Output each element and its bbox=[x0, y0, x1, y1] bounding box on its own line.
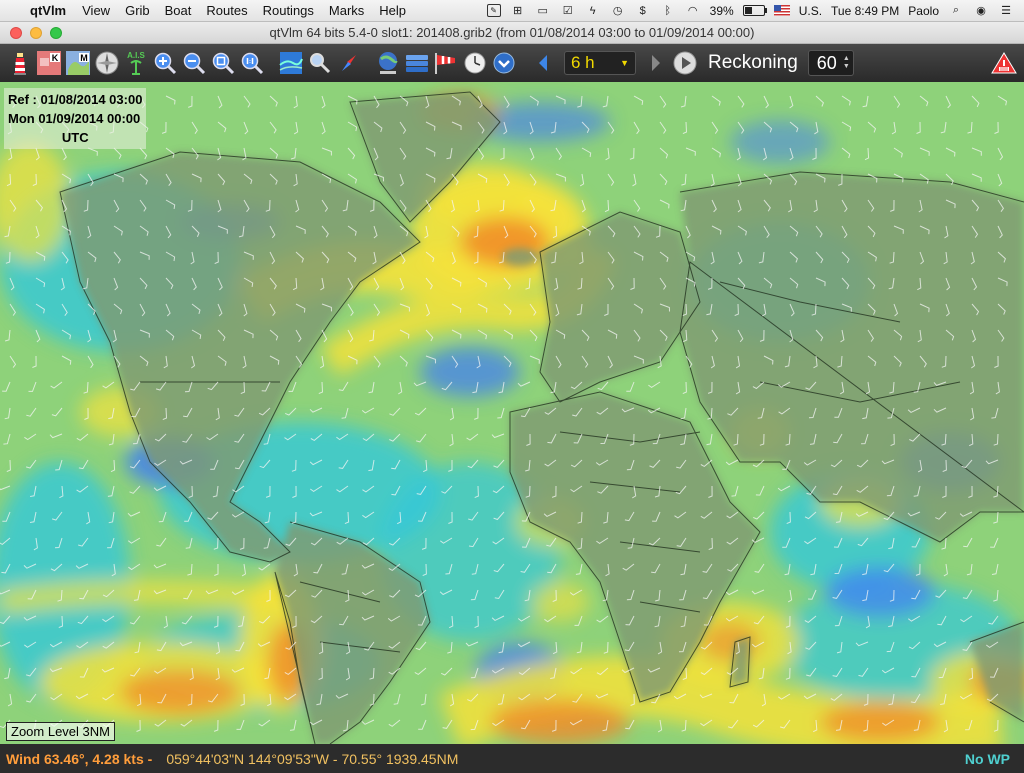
zoom-fit-icon[interactable] bbox=[209, 49, 237, 77]
search-icon[interactable] bbox=[306, 49, 334, 77]
tray-wifi-icon[interactable]: ◠ bbox=[685, 4, 701, 18]
menu-grib[interactable]: Grib bbox=[125, 3, 150, 18]
wind-sock-icon[interactable] bbox=[432, 49, 460, 77]
status-bar: Wind 63.46°, 4.28 kts - 059°44'03"N 144°… bbox=[0, 744, 1024, 773]
siri-icon[interactable]: ◉ bbox=[973, 4, 989, 18]
weather-map[interactable]: Ref : 01/08/2014 03:00 Mon 01/09/2014 00… bbox=[0, 82, 1024, 744]
map-chart-icon[interactable]: M bbox=[64, 49, 92, 77]
menu-help[interactable]: Help bbox=[379, 3, 406, 18]
step-forward-icon[interactable] bbox=[642, 49, 670, 77]
compass-needle-icon[interactable] bbox=[335, 49, 363, 77]
minimize-window-button[interactable] bbox=[30, 27, 42, 39]
svg-text:A.I.S: A.I.S bbox=[127, 51, 145, 60]
reckoning-spinbox[interactable]: 60 ▲ ▼ bbox=[807, 50, 854, 76]
input-source-label[interactable]: U.S. bbox=[799, 4, 822, 18]
zoom-out-icon[interactable] bbox=[180, 49, 208, 77]
main-toolbar: K M A.I.S 6 h ▼ Reckoning 60 ▲ ▼ bbox=[0, 44, 1024, 82]
forecast-time: Mon 01/09/2014 00:00 bbox=[8, 111, 141, 126]
forecast-time-box: Ref : 01/08/2014 03:00 Mon 01/09/2014 00… bbox=[4, 88, 147, 149]
tray-bolt-icon[interactable]: ϟ bbox=[585, 4, 601, 18]
tray-network-icon[interactable]: ⊞ bbox=[510, 4, 526, 18]
cursor-position-readout: 059°44'03"N 144°09'53"W - 70.55° 1939.45… bbox=[166, 750, 459, 767]
time-step-value: 6 h bbox=[571, 53, 595, 72]
grib-ref-time: Ref : 01/08/2014 03:00 bbox=[8, 92, 143, 107]
battery-icon[interactable] bbox=[742, 5, 767, 16]
grib-map-icon[interactable] bbox=[277, 49, 305, 77]
app-menu[interactable]: qtVlm bbox=[30, 3, 66, 18]
waypoint-status: No WP bbox=[964, 750, 1010, 767]
window-title: qtVlm 64 bits 5.4-0 slot1: 201408.grib2 … bbox=[269, 25, 755, 40]
lighthouse-icon[interactable] bbox=[6, 49, 34, 77]
menubar-clock[interactable]: Tue 8:49 PM bbox=[831, 4, 899, 18]
menu-routes[interactable]: Routes bbox=[206, 3, 247, 18]
close-window-button[interactable] bbox=[10, 27, 22, 39]
menu-view[interactable]: View bbox=[82, 3, 110, 18]
timezone-label: UTC bbox=[61, 130, 89, 145]
tray-check-icon[interactable]: ☑ bbox=[560, 4, 576, 18]
zoom-in-icon[interactable] bbox=[151, 49, 179, 77]
compass-rose-icon[interactable] bbox=[93, 49, 121, 77]
sync-icon[interactable] bbox=[490, 49, 518, 77]
chevron-down-icon: ▼ bbox=[620, 58, 629, 68]
clock-icon[interactable] bbox=[461, 49, 489, 77]
play-icon[interactable] bbox=[671, 49, 699, 77]
tray-timemachine-icon[interactable]: ◷ bbox=[610, 4, 626, 18]
input-source-flag-icon[interactable] bbox=[773, 5, 790, 16]
menubar-user[interactable]: Paolo bbox=[908, 4, 939, 18]
menu-boat[interactable]: Boat bbox=[165, 3, 192, 18]
reckoning-value: 60 bbox=[816, 52, 837, 73]
spotlight-search-icon[interactable]: ⌕ bbox=[948, 4, 964, 18]
svg-text:K: K bbox=[52, 53, 59, 63]
tray-app-icon[interactable]: ✎ bbox=[486, 4, 501, 17]
battery-percent: 39% bbox=[709, 3, 734, 18]
wind-readout: Wind 63.46°, 4.28 kts - bbox=[6, 750, 153, 767]
window-titlebar: qtVlm 64 bits 5.4-0 slot1: 201408.grib2 … bbox=[0, 22, 1024, 44]
maximize-window-button[interactable] bbox=[50, 27, 62, 39]
step-back-icon[interactable] bbox=[529, 49, 557, 77]
tray-bluetooth-icon[interactable]: ᛒ bbox=[660, 4, 676, 18]
status-menus: ✎ ⊞ ▭ ☑ ϟ ◷ $ ᛒ ◠ 39% U.S. Tue 8:49 PM P… bbox=[486, 3, 1024, 18]
notification-center-icon[interactable]: ☰ bbox=[998, 4, 1014, 18]
ais-antenna-icon[interactable]: A.I.S bbox=[122, 49, 150, 77]
zoom-level-indicator: Zoom Level 3NM bbox=[6, 722, 115, 741]
system-menubar: qtVlm View Grib Boat Routes Routings Mar… bbox=[0, 0, 1024, 22]
wind-field-layer bbox=[0, 82, 1024, 744]
zoom-1to1-icon[interactable] bbox=[238, 49, 266, 77]
tray-dollar-icon[interactable]: $ bbox=[635, 4, 651, 18]
reckoning-label: Reckoning bbox=[708, 52, 798, 73]
time-step-select[interactable]: 6 h ▼ bbox=[564, 51, 636, 75]
spin-arrows-icon[interactable]: ▲ ▼ bbox=[843, 55, 850, 71]
layers-icon[interactable] bbox=[403, 49, 431, 77]
warning-icon[interactable] bbox=[990, 49, 1018, 77]
tray-cast-icon[interactable]: ▭ bbox=[535, 4, 551, 18]
kap-chart-icon[interactable]: K bbox=[35, 49, 63, 77]
svg-text:M: M bbox=[80, 53, 88, 63]
menu-routings[interactable]: Routings bbox=[263, 3, 314, 18]
window-controls bbox=[10, 27, 62, 39]
menu-marks[interactable]: Marks bbox=[329, 3, 364, 18]
boat-globe-icon[interactable] bbox=[374, 49, 402, 77]
